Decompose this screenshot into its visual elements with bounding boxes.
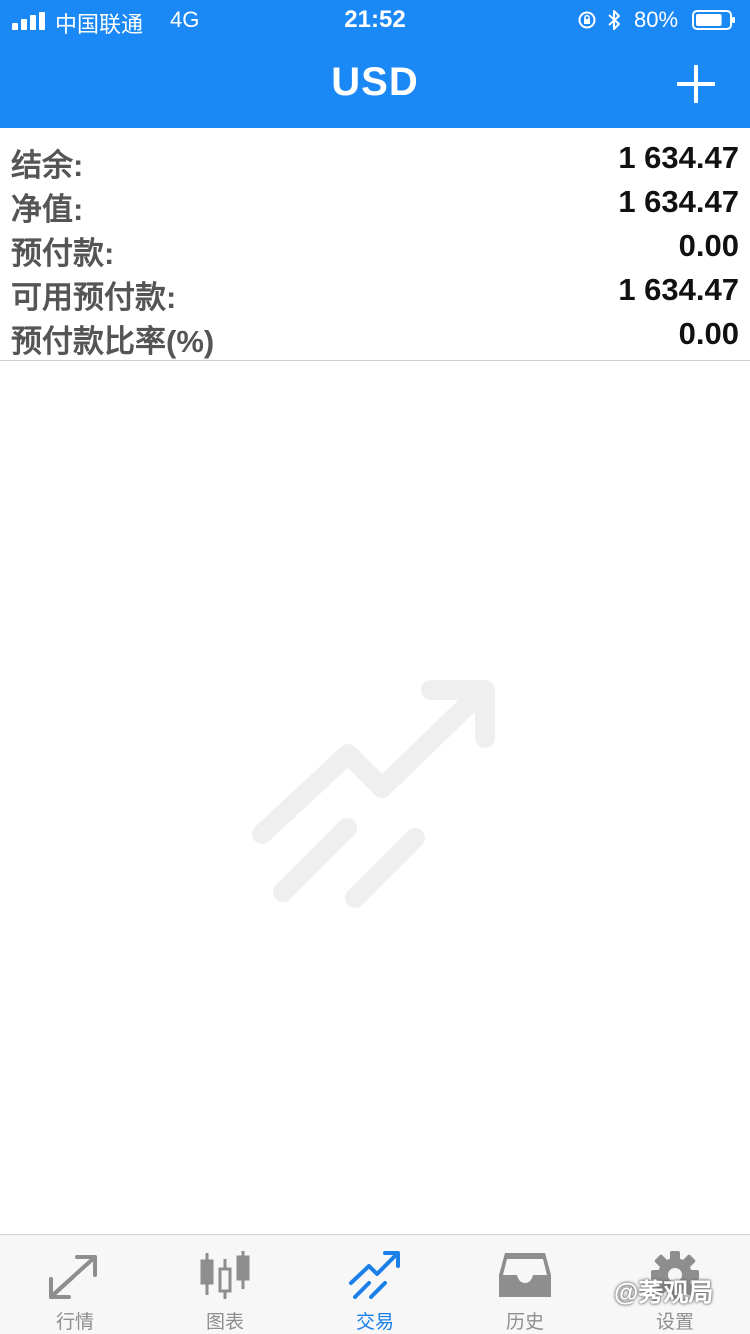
margin-value: 0.00 — [678, 228, 739, 263]
balance-label: 结余: — [11, 148, 84, 183]
tab-quotes-label: 行情 — [55, 1312, 94, 1333]
trade-screen: 中国联通 4G 21:52 80% USD 结余: 1 634.47 净值: 1… — [0, 0, 750, 1334]
equity-value: 1 634.47 — [618, 184, 739, 219]
battery-icon — [692, 10, 735, 30]
trade-trend-icon — [349, 1251, 400, 1299]
free-margin-label: 可用预付款: — [11, 280, 177, 315]
balance-value: 1 634.47 — [618, 140, 739, 175]
tab-charts-label: 图表 — [205, 1312, 244, 1333]
tab-trade[interactable]: 交易 — [300, 1235, 450, 1334]
margin-level-row: 预付款比率(%) 0.00 — [0, 312, 750, 359]
free-margin-row: 可用预付款: 1 634.47 — [0, 268, 750, 315]
page-title: USD — [331, 60, 419, 104]
orientation-lock-icon — [578, 11, 596, 29]
trade-trend-icon — [252, 680, 495, 908]
account-summary: 结余: 1 634.47 净值: 1 634.47 预付款: 0.00 可用预付… — [0, 128, 750, 361]
status-bar: 中国联通 4G 21:52 80% — [0, 0, 750, 40]
margin-label: 预付款: — [11, 236, 115, 271]
add-button[interactable] — [674, 62, 718, 106]
margin-row: 预付款: 0.00 — [0, 224, 750, 271]
history-inbox-icon — [499, 1253, 551, 1297]
tab-history-label: 历史 — [505, 1312, 544, 1333]
battery-percent: 80% — [634, 7, 679, 32]
app-header: 中国联通 4G 21:52 80% USD — [0, 0, 750, 128]
tab-settings-label: 设置 — [655, 1312, 694, 1333]
candlestick-chart-icon — [200, 1251, 250, 1299]
margin-level-value: 0.00 — [678, 316, 739, 351]
overlay-watermark: @莠观局 — [614, 1279, 714, 1307]
quotes-arrows-icon — [49, 1255, 97, 1299]
tab-charts[interactable]: 图表 — [150, 1235, 300, 1334]
margin-level-label: 预付款比率(%) — [11, 324, 215, 359]
plus-icon — [677, 65, 715, 103]
tab-trade-label: 交易 — [355, 1312, 394, 1333]
balance-row: 结余: 1 634.47 — [0, 136, 750, 183]
tab-quotes[interactable]: 行情 — [0, 1235, 150, 1334]
free-margin-value: 1 634.47 — [618, 272, 739, 307]
bluetooth-icon — [608, 10, 620, 30]
equity-label: 净值: — [11, 192, 84, 227]
tab-history[interactable]: 历史 — [450, 1235, 600, 1334]
equity-row: 净值: 1 634.47 — [0, 180, 750, 227]
